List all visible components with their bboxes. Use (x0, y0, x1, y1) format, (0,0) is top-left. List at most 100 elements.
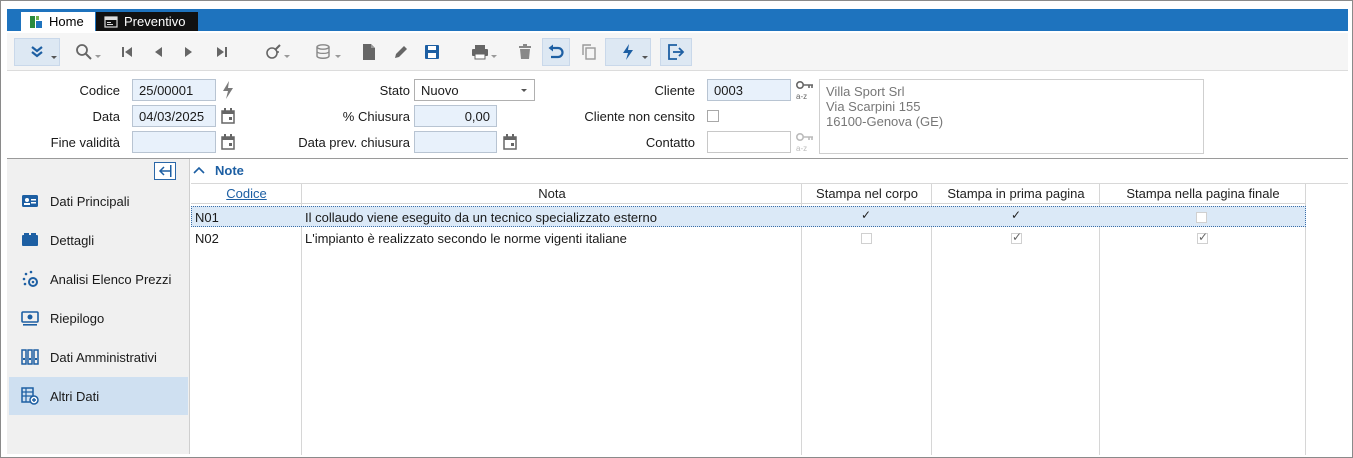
notes-section-title: Note (215, 162, 244, 178)
cell-nota: L'impianto è realizzato secondo le norme… (305, 231, 627, 246)
nav-item-analisi-elenco-prezzi[interactable]: Analisi Elenco Prezzi (9, 260, 188, 298)
calendar-icon[interactable] (503, 134, 517, 150)
table-row[interactable]: N02 L'impianto è realizzato secondo le n… (191, 228, 1306, 249)
exit-icon (668, 44, 685, 60)
last-icon (217, 47, 227, 57)
cliente-non-censito-checkbox[interactable] (707, 110, 719, 122)
money-icon (21, 309, 39, 327)
undo-icon (548, 44, 564, 59)
nav-item-label: Dati Amministrativi (50, 349, 157, 365)
tab-home[interactable]: Home (21, 12, 95, 31)
nav-item-dati-amministrativi[interactable]: Dati Amministrativi (9, 338, 188, 376)
table-add-icon (21, 387, 39, 405)
nav-item-riepilogo[interactable]: Riepilogo (9, 299, 188, 337)
chevron-down-icon (642, 56, 648, 59)
column-header-stampa-finale[interactable]: Stampa nella pagina finale (1100, 184, 1306, 204)
fine-validita-field[interactable] (132, 131, 216, 153)
codice-field[interactable]: 25/00001 (132, 79, 216, 101)
cell-corpo[interactable] (861, 228, 872, 249)
chiusura-label: % Chiusura (342, 109, 410, 124)
stampa-corpo-checkbox[interactable] (861, 208, 872, 223)
edit-button[interactable] (389, 38, 413, 66)
tab-preventivo-label: Preventivo (124, 14, 186, 29)
search-icon (76, 44, 92, 60)
previous-record-button[interactable] (146, 38, 170, 66)
chevron-down-icon (335, 55, 341, 58)
contatto-label: Contatto (645, 135, 695, 150)
calendar-icon[interactable] (221, 134, 235, 150)
next-record-button[interactable] (177, 38, 201, 66)
column-header-stampa-corpo[interactable]: Stampa nel corpo (802, 184, 932, 204)
print-button[interactable] (460, 38, 500, 66)
column-header-codice[interactable]: Codice (191, 184, 302, 204)
save-icon (425, 45, 439, 59)
tab-preventivo[interactable]: Preventivo (96, 12, 198, 31)
section-divider (7, 158, 1348, 159)
data-field[interactable]: 04/03/2025 (132, 105, 216, 127)
chevron-down-icon (95, 55, 101, 58)
cell-codice: N01 (195, 210, 219, 225)
key-lookup-icon[interactable]: a-z (795, 80, 815, 100)
cliente-address-box: Villa Sport Srl Via Scarpini 155 16100-G… (819, 79, 1204, 154)
new-document-button[interactable] (357, 38, 381, 66)
delete-button[interactable] (513, 38, 537, 66)
copy-button[interactable] (577, 38, 601, 66)
cell-prima[interactable] (1011, 207, 1022, 228)
expand-menu-button[interactable] (14, 38, 60, 66)
actions-button[interactable] (605, 38, 651, 66)
data-prev-chiusura-label: Data prev. chiusura (298, 135, 410, 150)
binders-icon (21, 348, 39, 366)
column-header-nota[interactable]: Nota (302, 184, 802, 204)
contatto-field[interactable] (707, 131, 791, 153)
stato-select[interactable]: Nuovo (414, 79, 535, 101)
exit-button[interactable] (660, 38, 692, 66)
tab-home-label: Home (49, 14, 84, 29)
chiusura-field[interactable]: 0,00 (414, 105, 497, 127)
nav-item-dettagli[interactable]: Dettagli (9, 221, 188, 259)
column-header-stampa-prima[interactable]: Stampa in prima pagina (932, 184, 1100, 204)
lightning-icon (623, 44, 633, 60)
data-label: Data (92, 109, 120, 124)
last-record-button[interactable] (210, 38, 234, 66)
undo-button[interactable] (542, 38, 570, 66)
stampa-finale-checkbox[interactable] (1197, 230, 1208, 244)
nav-item-label: Dettagli (50, 232, 95, 248)
wizard-button[interactable] (253, 38, 293, 66)
database-button[interactable] (304, 38, 344, 66)
lightning-icon[interactable] (222, 81, 234, 99)
calendar-icon[interactable] (221, 108, 235, 124)
nav-item-altri-dati[interactable]: Altri Dati (9, 377, 188, 415)
table-row[interactable]: N01 Il collaudo viene eseguito da un tec… (191, 206, 1306, 227)
data-prev-chiusura-field[interactable] (414, 131, 497, 153)
nav-item-dati-principali[interactable]: Dati Principali (9, 182, 188, 220)
stampa-corpo-checkbox[interactable] (861, 233, 872, 244)
stato-label: Stato (379, 83, 410, 98)
collapse-nav-button[interactable] (154, 162, 176, 180)
cell-codice: N02 (195, 231, 219, 246)
address-line-2: Via Scarpini 155 (826, 99, 921, 114)
svg-text:a-z: a-z (796, 144, 807, 152)
file-icon (363, 44, 375, 60)
side-nav: Dati Principali Dettagli Analisi Elenco … (7, 159, 190, 454)
magic-wand-icon (266, 44, 281, 59)
fine-validita-label: Fine validità (50, 135, 120, 150)
cell-finale[interactable] (1196, 207, 1207, 228)
copy-icon (582, 44, 596, 60)
save-button[interactable] (420, 38, 444, 66)
cell-corpo[interactable] (861, 207, 872, 228)
chevron-down-icon (51, 56, 57, 59)
double-chevron-down-icon (31, 46, 43, 58)
notes-section-toggle[interactable]: Note (193, 161, 244, 179)
key-lookup-icon[interactable]: a-z (795, 132, 815, 152)
stampa-prima-checkbox[interactable] (1011, 230, 1022, 244)
cell-prima[interactable] (1011, 228, 1022, 249)
chevron-up-icon (193, 166, 205, 174)
cliente-field[interactable]: 0003 (707, 79, 791, 101)
stampa-finale-checkbox[interactable] (1196, 212, 1207, 223)
chevron-down-icon (284, 55, 290, 58)
toolbar (7, 33, 1348, 71)
cell-finale[interactable] (1197, 228, 1208, 249)
first-record-button[interactable] (115, 38, 139, 66)
search-button[interactable] (64, 38, 104, 66)
stampa-prima-checkbox[interactable] (1011, 208, 1022, 223)
